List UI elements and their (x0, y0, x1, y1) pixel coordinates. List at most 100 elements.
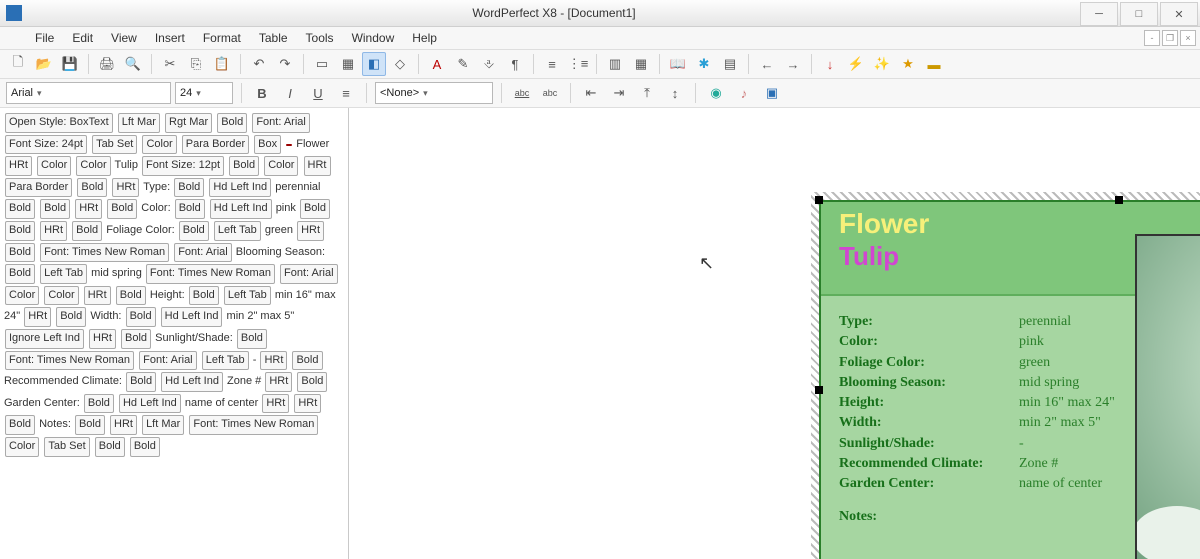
grammar-icon[interactable]: abc (538, 81, 562, 105)
menu-table[interactable]: Table (250, 29, 297, 47)
reveal-code[interactable]: Font: Times New Roman (189, 415, 318, 435)
reveal-code[interactable]: Bold (126, 372, 156, 392)
reveal-text[interactable]: Garden Center: (4, 397, 80, 409)
reveal-code[interactable]: Ignore Left Ind (5, 329, 84, 349)
reveal-code[interactable]: Lft Mar (118, 113, 160, 133)
reveal-code[interactable]: Left Tab (40, 264, 87, 284)
reveal-code[interactable]: Bold (179, 221, 209, 241)
reveal-code[interactable]: Left Tab (214, 221, 261, 241)
reveal-text[interactable]: Notes: (39, 418, 71, 430)
menu-window[interactable]: Window (343, 29, 404, 47)
reveal-code[interactable]: Bold (237, 329, 267, 349)
reveal-text[interactable]: Width: (90, 310, 121, 322)
reveal-code[interactable]: Font Size: 12pt (142, 156, 224, 176)
bold-button[interactable]: B (250, 81, 274, 105)
styles-icon[interactable]: ▤ (718, 52, 742, 76)
prompt-icon[interactable]: ♪ (732, 81, 756, 105)
reveal-code[interactable]: Bold (5, 264, 35, 284)
underline-button[interactable]: U (306, 81, 330, 105)
reveal-code[interactable]: Bold (229, 156, 259, 176)
font-color-icon[interactable]: A (425, 52, 449, 76)
reveal-text[interactable]: mid spring (91, 267, 142, 279)
resize-handle-tm[interactable] (1115, 196, 1123, 204)
reveal-text[interactable]: pink (276, 202, 296, 214)
italic-button[interactable]: I (278, 81, 302, 105)
reveal-code[interactable]: Font: Times New Roman (146, 264, 275, 284)
caret-icon[interactable]: ⎀ (477, 52, 501, 76)
reveal-codes-icon[interactable]: ✱ (692, 52, 716, 76)
indent-right-icon[interactable]: ⇥ (607, 81, 631, 105)
reveal-code[interactable]: Bold (121, 329, 151, 349)
resize-handle-tl[interactable] (815, 196, 823, 204)
reveal-code[interactable]: Tab Set (92, 135, 137, 155)
numbered-list-icon[interactable]: ≡ (540, 52, 564, 76)
reveal-code[interactable]: Rgt Mar (165, 113, 212, 133)
reveal-text[interactable]: Foliage Color: (106, 224, 174, 236)
menu-format[interactable]: Format (194, 29, 250, 47)
menu-view[interactable]: View (102, 29, 146, 47)
reveal-code[interactable]: Font Size: 24pt (5, 135, 87, 155)
cut-icon[interactable]: ✂ (158, 52, 182, 76)
menu-tools[interactable]: Tools (297, 29, 343, 47)
reveal-code[interactable]: Bold (189, 286, 219, 306)
reveal-code[interactable]: Left Tab (202, 351, 249, 371)
reveal-text[interactable]: min 2" max 5" (227, 310, 295, 322)
reveal-code[interactable]: HRt (75, 199, 102, 219)
reveal-code[interactable]: Open Style: BoxText (5, 113, 113, 133)
textbox-icon[interactable]: ▭ (310, 52, 334, 76)
reveal-code[interactable]: Font: Arial (139, 351, 197, 371)
style-select[interactable]: <None>▾ (375, 82, 493, 104)
reveal-code[interactable]: Bold (84, 394, 114, 414)
reveal-code[interactable]: Color (76, 156, 110, 176)
reveal-code[interactable]: Bold (95, 437, 125, 457)
open-icon[interactable]: 📂 (32, 52, 56, 76)
reveal-code[interactable]: HRt (40, 221, 67, 241)
reveal-text[interactable]: Color: (141, 202, 170, 214)
reveal-code[interactable]: Bold (292, 351, 322, 371)
reveal-code[interactable]: HRt (262, 394, 289, 414)
reveal-code[interactable]: HRt (89, 329, 116, 349)
flag-icon[interactable]: ▬ (922, 52, 946, 76)
reveal-code[interactable]: Bold (126, 307, 156, 327)
reveal-code[interactable]: HRt (265, 372, 292, 392)
reveal-code[interactable]: Font: Times New Roman (5, 351, 134, 371)
reveal-code[interactable]: Bold (297, 372, 327, 392)
reveal-code[interactable]: HRt (297, 221, 324, 241)
resize-handle-ml[interactable] (815, 386, 823, 394)
reveal-code[interactable]: HRt (110, 415, 137, 435)
reveal-code[interactable]: Bold (5, 199, 35, 219)
macro-icon[interactable]: ▣ (760, 81, 784, 105)
reveal-text[interactable]: Zone # (227, 375, 261, 387)
save-icon[interactable]: 💾 (58, 52, 82, 76)
reveal-text[interactable]: - (253, 354, 257, 366)
mdi-minimize-button[interactable]: - (1144, 30, 1160, 46)
reveal-code[interactable]: Box (254, 135, 281, 155)
reveal-text[interactable]: Height: (150, 289, 185, 301)
font-size-select[interactable]: 24▾ (175, 82, 233, 104)
reveal-code[interactable]: Color (5, 286, 39, 306)
menu-insert[interactable]: Insert (146, 29, 194, 47)
reveal-code[interactable]: Bold (5, 221, 35, 241)
cursor-code[interactable] (286, 144, 292, 146)
reveal-code[interactable]: Color (5, 437, 39, 457)
indent-left-icon[interactable]: ⇤ (579, 81, 603, 105)
font-select[interactable]: Arial▾ (6, 82, 171, 104)
reveal-text[interactable]: green (265, 224, 293, 236)
reveal-code[interactable]: Bold (77, 178, 107, 198)
spellcheck-icon[interactable]: abc (510, 81, 534, 105)
align-left-icon[interactable]: ≡ (334, 81, 358, 105)
fill-icon[interactable]: ▦ (336, 52, 360, 76)
menu-file[interactable]: File (26, 29, 63, 47)
reveal-code[interactable]: Bold (174, 178, 204, 198)
text-box[interactable]: Flower Tulip Type:perennialColor:pinkFol… (819, 200, 1200, 559)
reveal-text[interactable]: Type: (143, 181, 170, 193)
reveal-code[interactable]: Bold (107, 199, 137, 219)
reveal-code[interactable]: Bold (72, 221, 102, 241)
menu-edit[interactable]: Edit (63, 29, 102, 47)
reveal-code[interactable]: Para Border (182, 135, 249, 155)
reveal-code[interactable]: Bold (300, 199, 330, 219)
bullet-list-icon[interactable]: ⋮≡ (566, 52, 590, 76)
reveal-code[interactable]: Font: Arial (252, 113, 310, 133)
speech-icon[interactable]: ◉ (704, 81, 728, 105)
arrow-down-icon[interactable]: ↓ (818, 52, 842, 76)
